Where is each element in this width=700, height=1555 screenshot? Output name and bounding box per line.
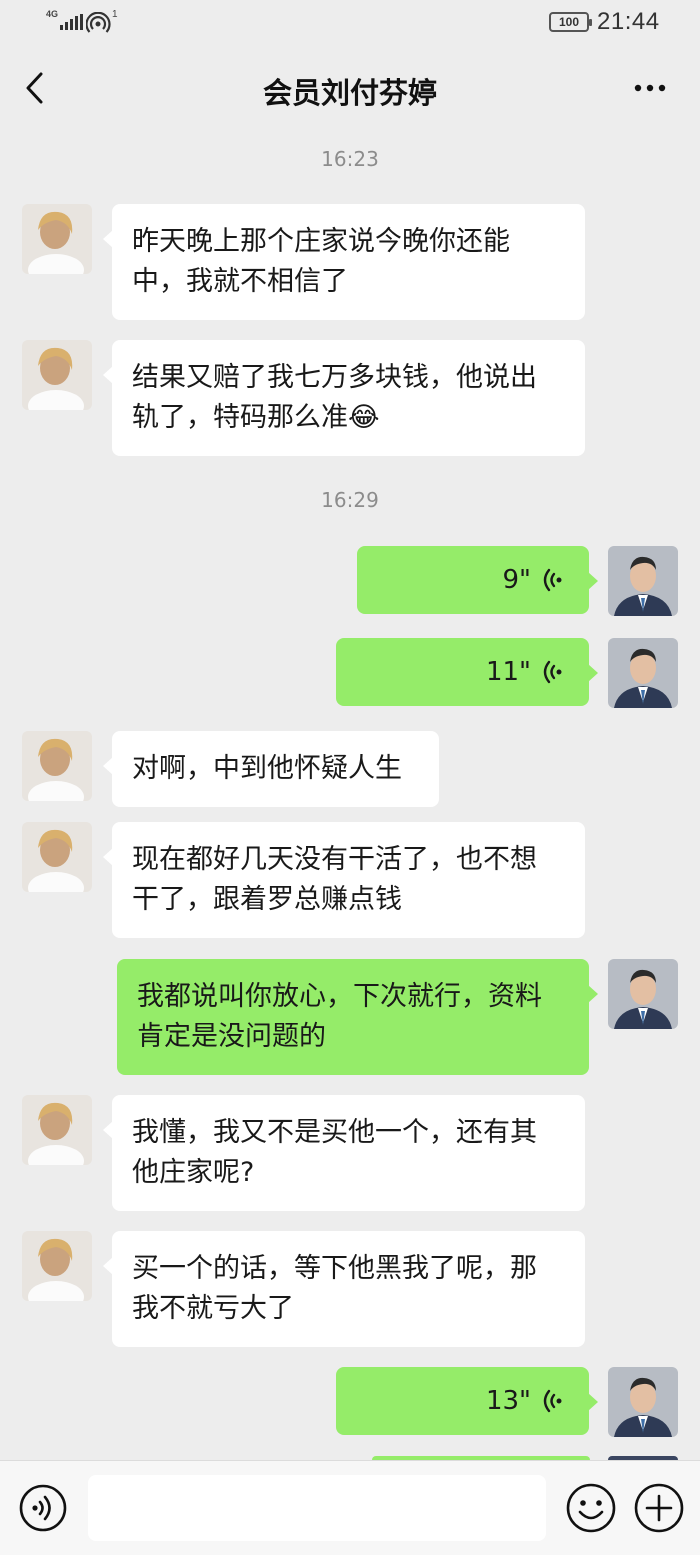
message-line: 中，我就不相信了 <box>132 266 348 297</box>
status-bar: 4G 1 100 21:44 <box>0 0 700 48</box>
timestamp: 16:29 <box>321 488 379 512</box>
chat-title: 会员刘付芬婷 <box>262 76 437 110</box>
avatar[interactable] <box>22 1095 92 1165</box>
message-bubble[interactable]: 我懂，我又不是买他一个，还有其 他庄家呢? <box>103 1095 585 1211</box>
plus-icon[interactable] <box>633 1482 685 1534</box>
avatar[interactable] <box>608 638 678 708</box>
message-line: 干了，跟着罗总赚点钱 <box>132 884 402 915</box>
voice-duration: 9" <box>502 565 531 595</box>
chat-header: 会员刘付芬婷 <box>0 48 700 128</box>
message-bubble[interactable]: 昨天晚上那个庄家说今晚你还能 中，我就不相信了 <box>103 204 585 320</box>
input-bar <box>0 1460 700 1555</box>
voice-message[interactable]: 9" <box>357 546 598 614</box>
message-line: 昨天晚上那个庄家说今晚你还能 <box>132 226 510 257</box>
voice-duration: 11" <box>485 657 531 687</box>
avatar[interactable] <box>608 1367 678 1437</box>
voice-wave-icon <box>543 568 562 592</box>
voice-icon[interactable] <box>18 1483 68 1533</box>
avatar[interactable] <box>608 546 678 616</box>
message-bubble[interactable]: 对啊，中到他怀疑人生 <box>103 731 439 807</box>
message-bubble[interactable]: 我都说叫你放心，下次就行，资料 肯定是没问题的 <box>117 959 598 1075</box>
avatar[interactable] <box>22 731 92 801</box>
battery-icon: 100 <box>549 12 592 32</box>
avatar[interactable] <box>22 1231 92 1301</box>
voice-wave-icon <box>543 1389 562 1413</box>
voice-message[interactable]: 13" <box>336 1367 598 1435</box>
message-line: 我懂，我又不是买他一个，还有其 <box>132 1117 537 1148</box>
avatar[interactable] <box>22 204 92 274</box>
laugh-cry-emoji: 😂 <box>348 402 380 433</box>
message-line: 肯定是没问题的 <box>137 1021 326 1052</box>
clock: 21:44 <box>597 8 660 35</box>
message-bubble[interactable]: 结果又赔了我七万多块钱，他说出 轨了，特码那么准😂 <box>103 340 585 456</box>
avatar[interactable] <box>22 822 92 892</box>
message-line: 对啊，中到他怀疑人生 <box>132 753 402 784</box>
timestamp: 16:23 <box>321 147 379 171</box>
message-bubble[interactable]: 买一个的话，等下他黑我了呢，那 我不就亏大了 <box>103 1231 585 1347</box>
signal-icon <box>60 14 83 30</box>
voice-duration: 13" <box>485 1386 531 1416</box>
more-dots-icon[interactable] <box>626 70 674 106</box>
message-line: 买一个的话，等下他黑我了呢，那 <box>132 1253 537 1284</box>
message-line: 我不就亏大了 <box>132 1293 294 1324</box>
message-line: 结果又赔了我七万多块钱，他说出 <box>132 362 537 393</box>
message-line: 我都说叫你放心，下次就行，资料 <box>137 981 542 1012</box>
message-bubble[interactable]: 现在都好几天没有干活了，也不想 干了，跟着罗总赚点钱 <box>103 822 585 938</box>
emoji-icon[interactable] <box>565 1482 617 1534</box>
voice-wave-icon <box>543 660 562 684</box>
message-line: 轨了，特码那么准😂 <box>132 402 380 433</box>
avatar[interactable] <box>608 959 678 1029</box>
message-line: 现在都好几天没有干活了，也不想 <box>132 844 537 875</box>
message-line: 他庄家呢? <box>132 1157 255 1188</box>
hotspot-icon <box>86 12 111 33</box>
hotspot-count: 1 <box>112 9 118 20</box>
voice-message[interactable]: 11" <box>336 638 598 706</box>
network-type: 4G <box>46 9 59 19</box>
message-input[interactable] <box>88 1475 546 1541</box>
avatar[interactable] <box>22 340 92 410</box>
